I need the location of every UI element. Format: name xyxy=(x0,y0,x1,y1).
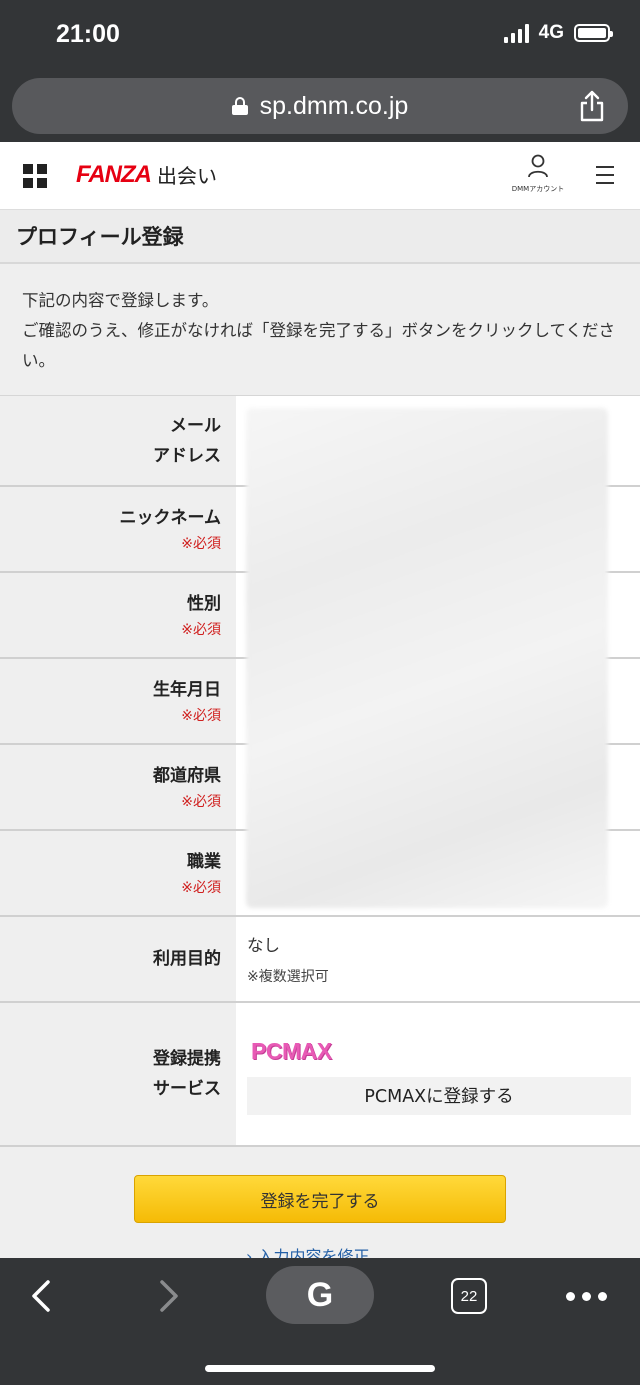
purpose-value: なし xyxy=(247,936,280,955)
intro-text: 下記の内容で登録します。 ご確認のうえ、修正がなければ「登録を完了する」ボタンを… xyxy=(0,264,640,396)
lock-icon xyxy=(231,97,248,115)
required-badge: ※必須 xyxy=(181,536,221,552)
email-label: メール アドレス xyxy=(0,396,236,485)
gender-label: 性別 xyxy=(187,594,221,614)
row-purpose: 利用目的 なし ※複数選択可 xyxy=(0,917,640,1003)
status-indicators: 4G xyxy=(503,22,613,44)
web-page: FANZA 出会い DMMアカウント プロフィール登録 下記の内容で登録します。… xyxy=(0,142,640,1258)
account-button[interactable]: DMMアカウント xyxy=(504,154,572,194)
nickname-label: ニックネーム xyxy=(119,508,222,528)
required-badge: ※必須 xyxy=(181,880,221,896)
status-time: 21:00 xyxy=(56,20,120,48)
complete-registration-button[interactable]: 登録を完了する xyxy=(134,1175,506,1223)
partner-label: 登録提携 サービス xyxy=(0,1003,236,1145)
battery-icon xyxy=(574,24,613,42)
back-icon[interactable] xyxy=(28,1276,54,1316)
intro-line-1: 下記の内容で登録します。 xyxy=(22,291,219,310)
required-badge: ※必須 xyxy=(181,794,221,810)
address-bar[interactable]: sp.dmm.co.jp xyxy=(12,78,628,134)
home-indicator xyxy=(205,1365,435,1372)
purpose-note: ※複数選択可 xyxy=(247,969,329,985)
edit-input-link[interactable]: › 入力内容を修正 xyxy=(246,1243,370,1258)
prefecture-label: 都道府県 xyxy=(153,766,221,786)
tab-switcher-button[interactable]: 22 xyxy=(451,1278,487,1314)
url-text: sp.dmm.co.jp xyxy=(259,91,409,120)
pcmax-logo: PCMAX xyxy=(251,1037,332,1064)
purpose-label: 利用目的 xyxy=(0,917,236,1001)
action-area: 登録を完了する › 入力内容を修正 xyxy=(0,1147,640,1258)
occupation-label: 職業 xyxy=(187,852,221,872)
page-title: プロフィール登録 xyxy=(0,210,640,264)
status-bar: 21:00 4G xyxy=(0,0,640,70)
pcmax-register-button[interactable]: PCMAXに登録する xyxy=(247,1076,631,1115)
browser-address-area: sp.dmm.co.jp xyxy=(0,70,640,142)
signal-icon xyxy=(503,23,529,43)
google-button[interactable]: G xyxy=(266,1266,374,1324)
row-partner-service: 登録提携 サービス PCMAX PCMAXに登録する xyxy=(0,1003,640,1147)
required-badge: ※必須 xyxy=(181,708,221,724)
account-label: DMMアカウント xyxy=(511,185,565,193)
user-icon xyxy=(528,154,548,178)
brand-name: FANZA xyxy=(76,160,152,188)
brand-logo[interactable]: FANZA 出会い xyxy=(76,160,217,189)
brand-subtitle: 出会い xyxy=(157,164,217,188)
network-type: 4G xyxy=(538,22,564,43)
browser-toolbar: G 22 xyxy=(0,1258,640,1385)
forward-icon[interactable] xyxy=(156,1276,182,1316)
share-icon[interactable] xyxy=(578,90,606,122)
hamburger-menu-icon[interactable] xyxy=(596,166,614,184)
blurred-personal-info xyxy=(246,408,608,908)
site-header: FANZA 出会い DMMアカウント xyxy=(0,142,640,210)
more-menu-icon[interactable] xyxy=(566,1292,607,1301)
birthday-label: 生年月日 xyxy=(153,680,221,700)
intro-line-2: ご確認のうえ、修正がなければ「登録を完了する」ボタンをクリックしてください。 xyxy=(22,321,616,370)
apps-grid-icon[interactable] xyxy=(23,164,47,188)
required-badge: ※必須 xyxy=(181,622,221,638)
